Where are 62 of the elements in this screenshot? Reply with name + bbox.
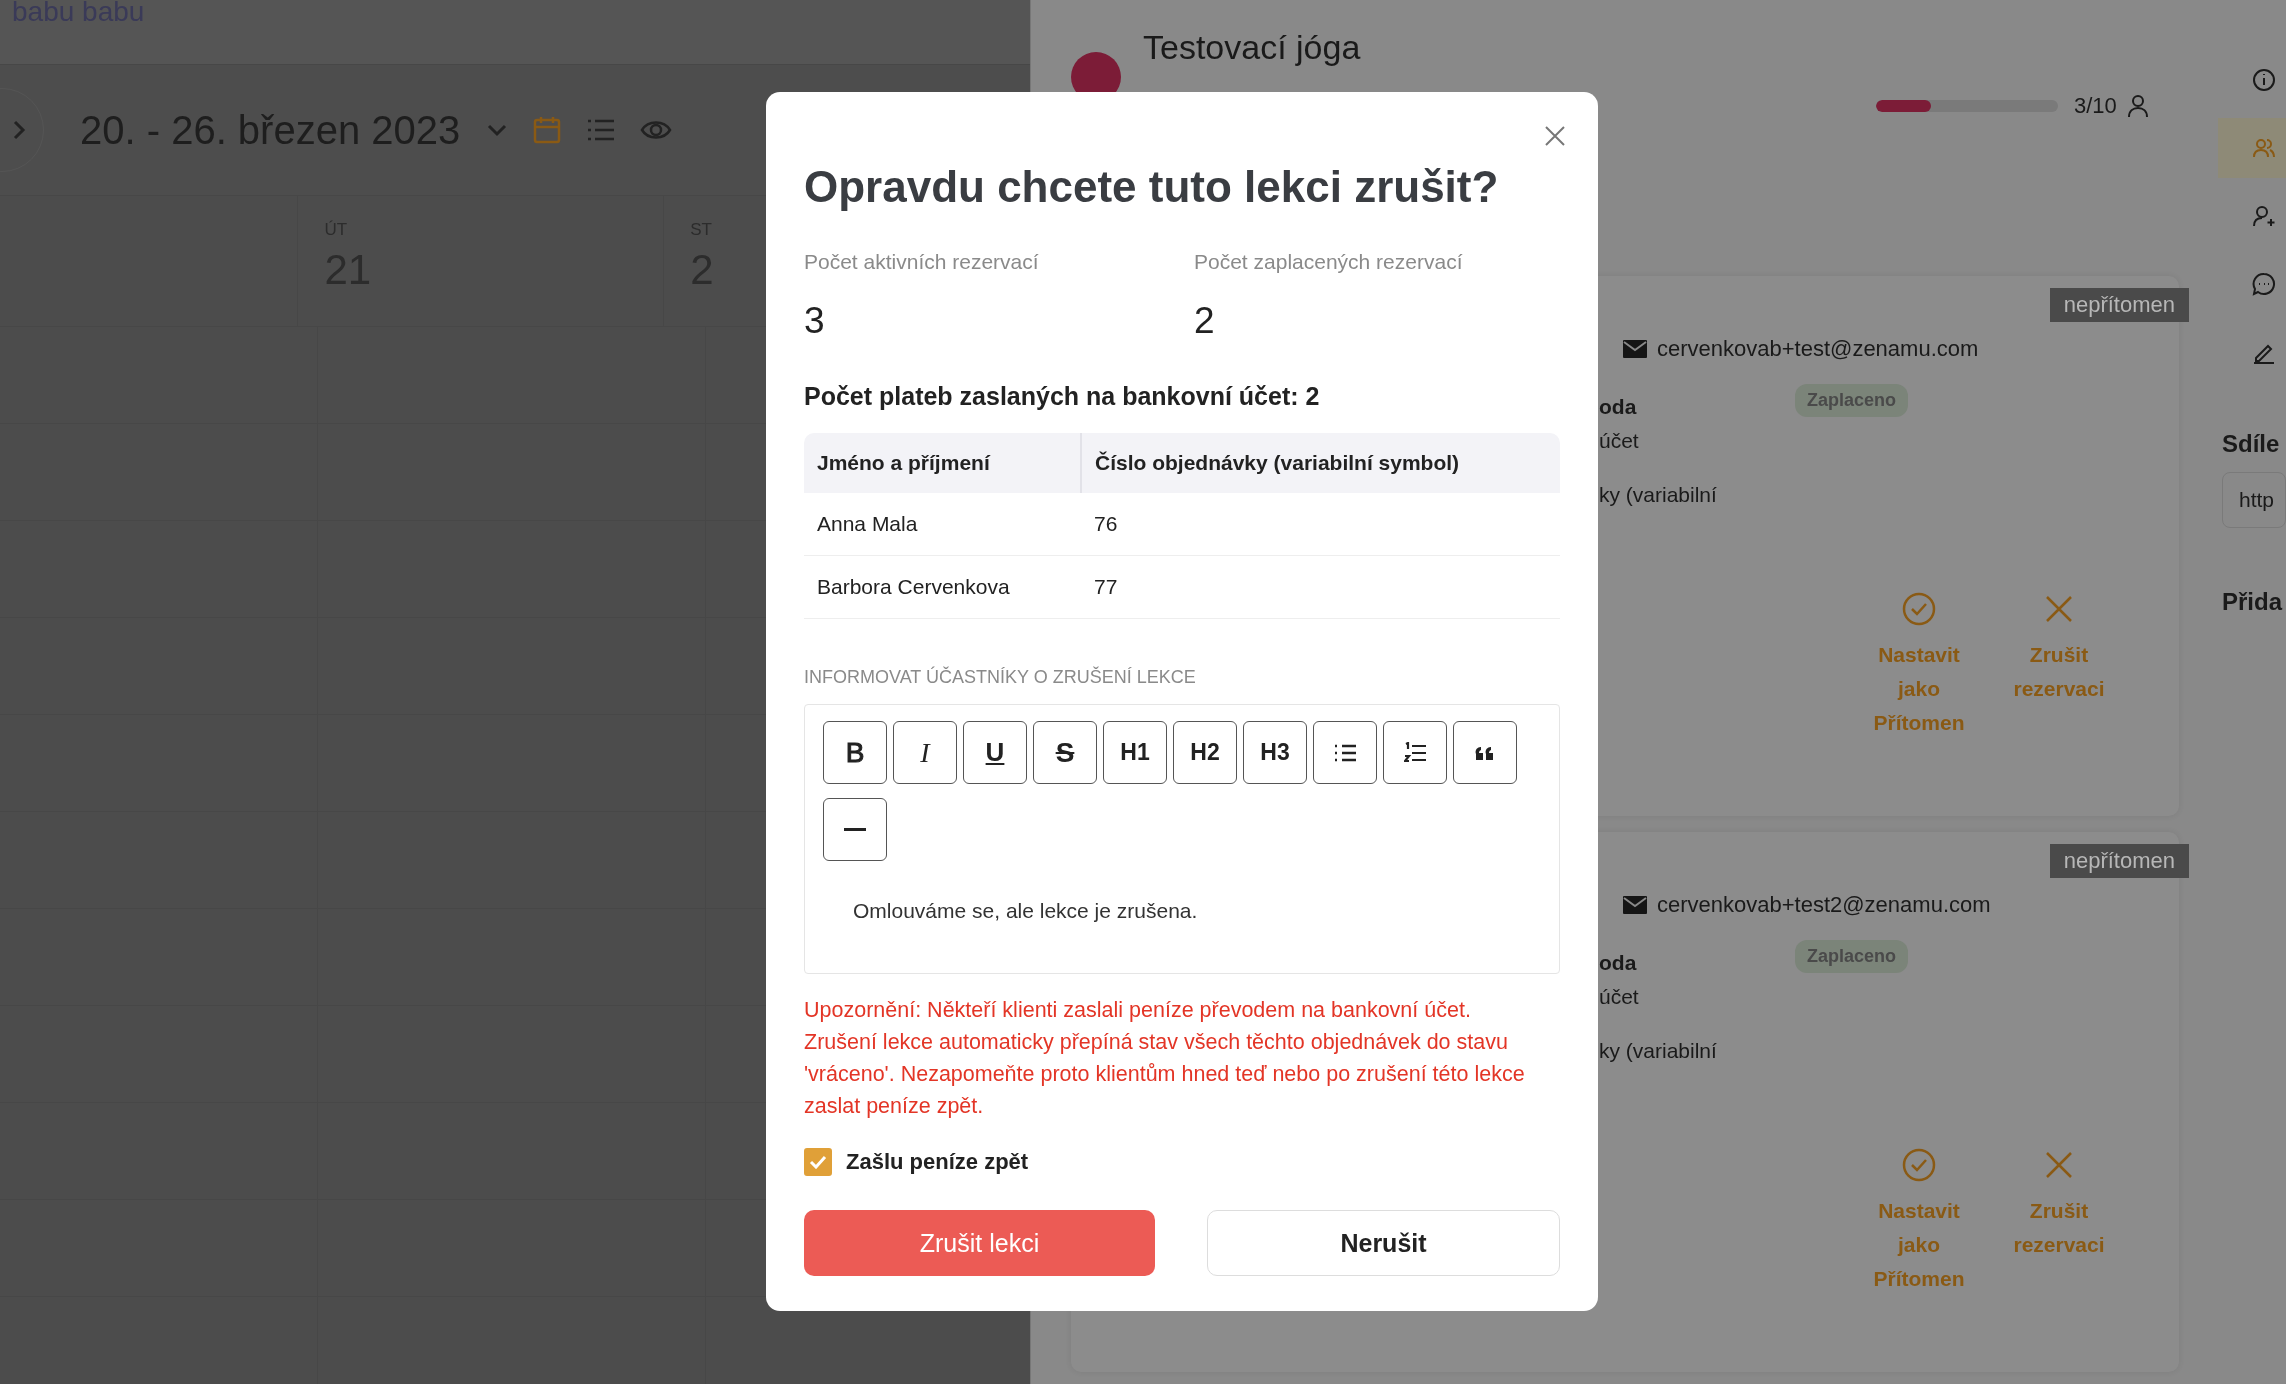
heading-button[interactable]: H1 <box>1103 721 1167 784</box>
bold-button[interactable]: B <box>823 721 887 784</box>
capacity-count: 3/10 <box>2074 93 2117 119</box>
detail-text: ky (variabilní <box>1599 482 1718 508</box>
person-icon <box>2126 94 2149 118</box>
add-heading: Přida <box>2222 588 2283 616</box>
warning-text: Upozornění: Někteří klienti zaslali peníze převodem na bankovní účet. Zrušení lekce automaticky přepíná stav všech těchto objednávek do stavu 'vráceno'. Nezapomeňte proto klientům hned teď nebo po zrušení této lekce zaslat peníze zpět. <box>804 997 1526 1120</box>
bullet-list-icon <box>1334 742 1356 763</box>
email-text: cervenkovab+test2@zenamu.com <box>1657 892 1991 918</box>
detail-text: oda <box>1599 394 1638 420</box>
dialog-title: Opravdu chcete tuto lekci zrušit? <box>804 162 1500 212</box>
checkmark-icon <box>809 1155 827 1169</box>
underline-button[interactable]: U <box>963 721 1027 784</box>
notify-label: INFORMOVAT ÚČASTNÍKY O ZRUŠENÍ LEKCE <box>804 667 1197 688</box>
rule-button[interactable] <box>823 798 887 861</box>
check-circle-icon <box>1902 1148 1936 1182</box>
detail-text: ky (variabilní <box>1599 1038 1718 1064</box>
stat-label: Počet aktivních rezervací <box>804 250 1040 274</box>
lesson-title: Testovací jóga <box>1143 28 1361 67</box>
column-header: Číslo objednávky (variabilní symbol) <box>1081 433 1560 493</box>
payment-badge: Zaplaceno <box>1795 384 1909 417</box>
payment-badge: Zaplaceno <box>1795 940 1909 973</box>
table-cell: Barbora Cervenkova <box>804 555 1081 619</box>
envelope-icon <box>1623 896 1647 914</box>
chat-icon <box>2252 272 2276 296</box>
detail-text: oda <box>1599 950 1638 976</box>
column-header: Jméno a příjmení <box>804 433 1081 493</box>
check-circle-icon <box>1902 592 1936 626</box>
stat-value: 3 <box>804 300 826 342</box>
add-person-icon <box>2252 204 2276 228</box>
share-link-field[interactable]: http <box>2222 472 2286 528</box>
close-icon[interactable] <box>1544 125 1566 147</box>
envelope-icon <box>1623 340 1647 358</box>
keep-lesson-button[interactable]: Nerušit <box>1207 1210 1560 1276</box>
ordered-list-button[interactable] <box>1383 721 1447 784</box>
quote-icon <box>1475 744 1495 761</box>
table-cell: 76 <box>1081 493 1560 556</box>
email-text: cervenkovab+test@zenamu.com <box>1657 336 1979 362</box>
share-heading: Sdíle <box>2222 430 2280 458</box>
stat-value: 2 <box>1194 300 1216 342</box>
detail-text: účet <box>1599 428 1640 454</box>
message-text: Omlouváme se, ale lekce je zrušena. <box>853 899 1199 923</box>
stat-label: Počet zaplacených rezervací <box>1194 250 1464 274</box>
message-editor[interactable]: B I U S H1 H2 H3 Omlouváme se, ale lekce je zrušena. <box>804 704 1560 974</box>
payments-heading: Počet plateb zaslaných na bankovní účet: 2 <box>804 382 1321 411</box>
info-icon <box>2252 68 2276 92</box>
quote-button[interactable] <box>1453 721 1517 784</box>
strike-button[interactable]: S <box>1033 721 1097 784</box>
horizontal-rule-icon <box>844 827 866 832</box>
table-cell: 77 <box>1081 555 1560 619</box>
heading-button[interactable]: H2 <box>1173 721 1237 784</box>
numbered-list-icon <box>1404 741 1426 764</box>
people-icon <box>2252 136 2276 160</box>
status-tag: nepřítomen <box>2049 844 2189 878</box>
status-tag: nepřítomen <box>2049 288 2189 322</box>
detail-text: účet <box>1599 984 1640 1010</box>
table-cell: Anna Mala <box>804 493 1081 556</box>
checkbox[interactable] <box>804 1148 832 1176</box>
checkbox-label: Zašlu peníze zpět <box>846 1149 1029 1175</box>
italic-button[interactable]: I <box>893 721 957 784</box>
bullet-list-button[interactable] <box>1313 721 1377 784</box>
heading-button[interactable]: H3 <box>1243 721 1307 784</box>
